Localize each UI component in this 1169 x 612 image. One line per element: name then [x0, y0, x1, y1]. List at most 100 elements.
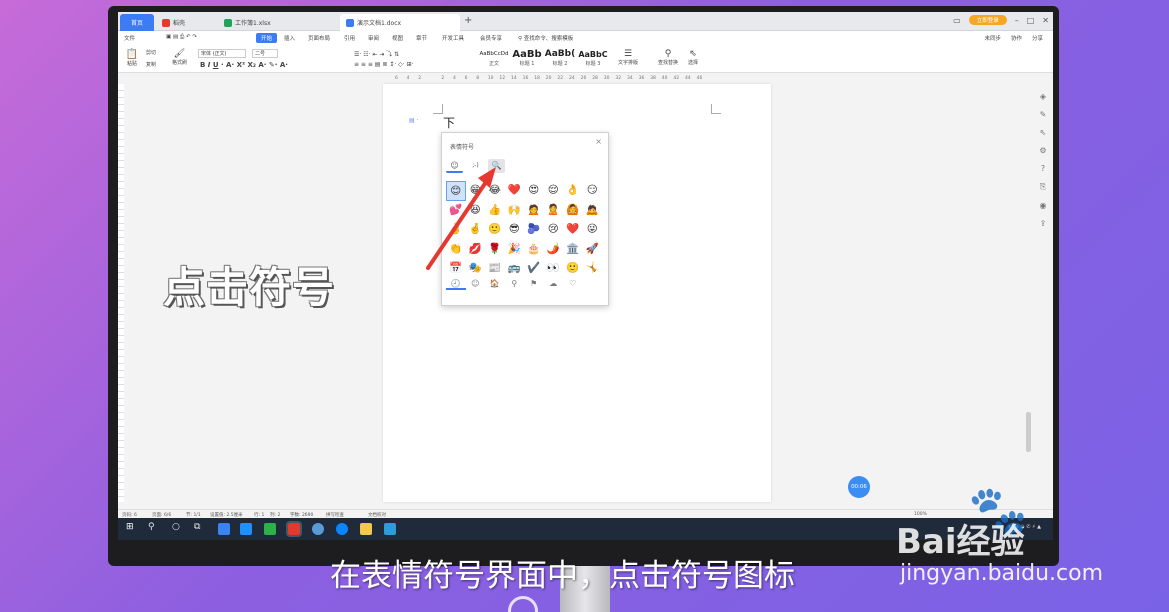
find-replace-button[interactable]: ⚲ 查找替换 — [658, 49, 678, 66]
emoji-cell[interactable]: 🎭 — [466, 259, 486, 279]
emoji-cell[interactable]: 😢 — [544, 220, 564, 240]
emoji-tab-kaomoji[interactable]: ;-) — [467, 159, 484, 173]
style-heading2[interactable]: AaBb(标题 2 — [544, 49, 576, 69]
minimize-icon[interactable]: – — [1015, 16, 1019, 25]
browser-icon[interactable] — [218, 523, 230, 535]
emoji-cell[interactable]: 🙇 — [583, 201, 603, 221]
pen-icon[interactable]: ✎ — [1040, 110, 1047, 119]
close-icon[interactable]: ✕ — [1042, 16, 1049, 25]
emoji-cell[interactable]: 😜 — [583, 220, 603, 240]
emoji-cell[interactable]: 😍 — [524, 181, 544, 201]
edge-icon[interactable] — [240, 523, 252, 535]
emoji-cell[interactable]: 🙎 — [544, 201, 564, 221]
emoji-cell[interactable]: 😌 — [544, 181, 564, 201]
emoji-cell[interactable]: ❤️ — [505, 181, 525, 201]
emoji-tab-smiley[interactable]: ☺ — [446, 159, 463, 173]
wps-icon[interactable] — [286, 521, 302, 537]
emoji-category-icon[interactable]: 🏠 — [485, 279, 505, 290]
align-buttons[interactable]: ≡ ≡ ≡ ▤ ≣ ↕· ◇· ⊞· — [354, 61, 414, 68]
emoji-cell[interactable]: 🚀 — [583, 240, 603, 260]
sync-button[interactable]: 未同步 — [984, 34, 1001, 42]
scrollbar-thumb[interactable] — [1026, 412, 1031, 452]
maximize-icon[interactable]: □ — [1027, 16, 1035, 25]
cortana-icon[interactable]: ○ — [172, 522, 180, 532]
search-icon[interactable]: ⚲ — [148, 522, 155, 532]
style-icon[interactable]: ◈ — [1040, 92, 1046, 101]
emoji-cell[interactable]: 😂 — [485, 181, 505, 201]
emoji-cell[interactable]: ✔️ — [524, 259, 544, 279]
tab-workbook[interactable]: 工作簿1.xlsx — [218, 14, 338, 31]
menu-layout[interactable]: 页面布局 — [308, 34, 330, 42]
menu-start[interactable]: 开始 — [256, 33, 278, 43]
emoji-cell[interactable]: 🎉 — [505, 240, 525, 260]
format-painter-button[interactable]: 🖌 格式刷 — [172, 49, 187, 66]
folder-icon[interactable] — [360, 523, 372, 535]
emoji-category-icon[interactable]: ⚲ — [505, 279, 525, 290]
emoji-cell[interactable]: 🙆 — [563, 201, 583, 221]
emoji-cell[interactable]: 👏 — [446, 240, 466, 260]
document-text[interactable]: 下 — [443, 114, 455, 131]
style-normal[interactable]: AaBbCcDd 正文 — [478, 49, 510, 69]
proof-button[interactable]: 文档校对 — [368, 512, 386, 518]
new-tab-button[interactable]: + — [464, 15, 472, 26]
emoji-cell[interactable]: 👀 — [544, 259, 564, 279]
style-heading3[interactable]: AaBbC 标题 3 — [577, 49, 609, 69]
emoji-category-icon[interactable]: ☁ — [544, 279, 564, 290]
menu-reference[interactable]: 引用 — [344, 34, 355, 42]
emoji-cell[interactable]: 🌹 — [485, 240, 505, 260]
list-buttons[interactable]: ☰· ☷· ⇤ ⇥ ⤵ ⇅ — [354, 49, 399, 58]
emoji-cell[interactable]: 🏛️ — [563, 240, 583, 260]
menu-review[interactable]: 审阅 — [368, 34, 379, 42]
layout-icon[interactable]: ▭ — [953, 16, 961, 25]
emoji-category-icon[interactable]: 🕘 — [446, 279, 466, 290]
task-view-icon[interactable]: ⧉ — [194, 522, 200, 532]
cut-button[interactable]: 剪切 — [146, 49, 156, 56]
emoji-category-icon[interactable]: ⚑ — [524, 279, 544, 290]
help-icon[interactable]: ? — [1041, 164, 1045, 173]
emoji-cell[interactable]: 🫐 — [524, 220, 544, 240]
font-select[interactable]: 宋体 (正文) — [198, 49, 246, 58]
emoji-cell[interactable]: 😎 — [505, 220, 525, 240]
paragraph-icon[interactable]: ▤ · — [409, 117, 418, 124]
emoji-cell[interactable]: 🙍 — [524, 201, 544, 221]
emoji-cell[interactable]: 😏 — [583, 181, 603, 201]
tab-wps[interactable]: 稻壳 — [156, 14, 216, 31]
style-heading1[interactable]: AaBb 标题 1 — [511, 49, 543, 69]
command-search[interactable]: ⚲ 查找命令、搜索模板 — [518, 34, 573, 42]
emoji-cell[interactable]: 🙂 — [485, 220, 505, 240]
select-button[interactable]: ⇖ 选择 — [688, 49, 698, 66]
menu-developer[interactable]: 开发工具 — [442, 34, 464, 42]
settings-icon[interactable]: ⚙ — [1039, 146, 1046, 155]
emoji-cell[interactable]: 😁 — [466, 181, 486, 201]
emoji-cell[interactable]: 🤸 — [583, 259, 603, 279]
menu-view[interactable]: 视图 — [392, 34, 403, 42]
collab-button[interactable]: 协作 — [1011, 34, 1022, 42]
menu-insert[interactable]: 插入 — [284, 34, 295, 42]
location-icon[interactable]: ◉ — [1040, 201, 1047, 210]
paste-button[interactable]: 📋 粘贴 — [124, 49, 140, 67]
font-size-select[interactable]: 二号 — [252, 49, 278, 58]
tab-document[interactable]: 演示文档1.docx — [340, 14, 460, 31]
login-button[interactable]: 立即登录 — [968, 15, 1007, 25]
store-icon[interactable] — [384, 523, 396, 535]
wechat-icon[interactable] — [264, 523, 276, 535]
emoji-cell[interactable]: 🙂 — [563, 259, 583, 279]
spell-check-button[interactable]: 拼写检查 — [326, 512, 344, 518]
emoji-cell[interactable]: 😆 — [466, 201, 486, 221]
emoji-cell[interactable]: 🤞 — [466, 220, 486, 240]
emoji-category-icon[interactable]: ☺ — [466, 279, 486, 290]
windows-start-icon[interactable]: ⊞ — [126, 522, 134, 532]
copy-button[interactable]: 复制 — [146, 61, 156, 68]
emoji-cell[interactable]: 😊 — [446, 181, 466, 201]
menu-chapter[interactable]: 章节 — [416, 34, 427, 42]
emoji-cell[interactable]: 💕 — [446, 201, 466, 221]
text-layout-button[interactable]: ☰ 文字排版 — [618, 49, 638, 66]
quick-access-icons[interactable]: ▣ ▤ ⎙ ↶ ↷ — [166, 34, 197, 41]
emoji-cell[interactable]: 📰 — [485, 259, 505, 279]
emoji-cell[interactable]: 💋 — [466, 240, 486, 260]
share-button[interactable]: 分享 — [1032, 34, 1043, 42]
emoji-cell[interactable]: 👌 — [563, 181, 583, 201]
menu-member[interactable]: 会员专享 — [480, 34, 502, 42]
close-icon[interactable]: × — [595, 137, 602, 146]
emoji-cell[interactable]: ✌️ — [446, 220, 466, 240]
